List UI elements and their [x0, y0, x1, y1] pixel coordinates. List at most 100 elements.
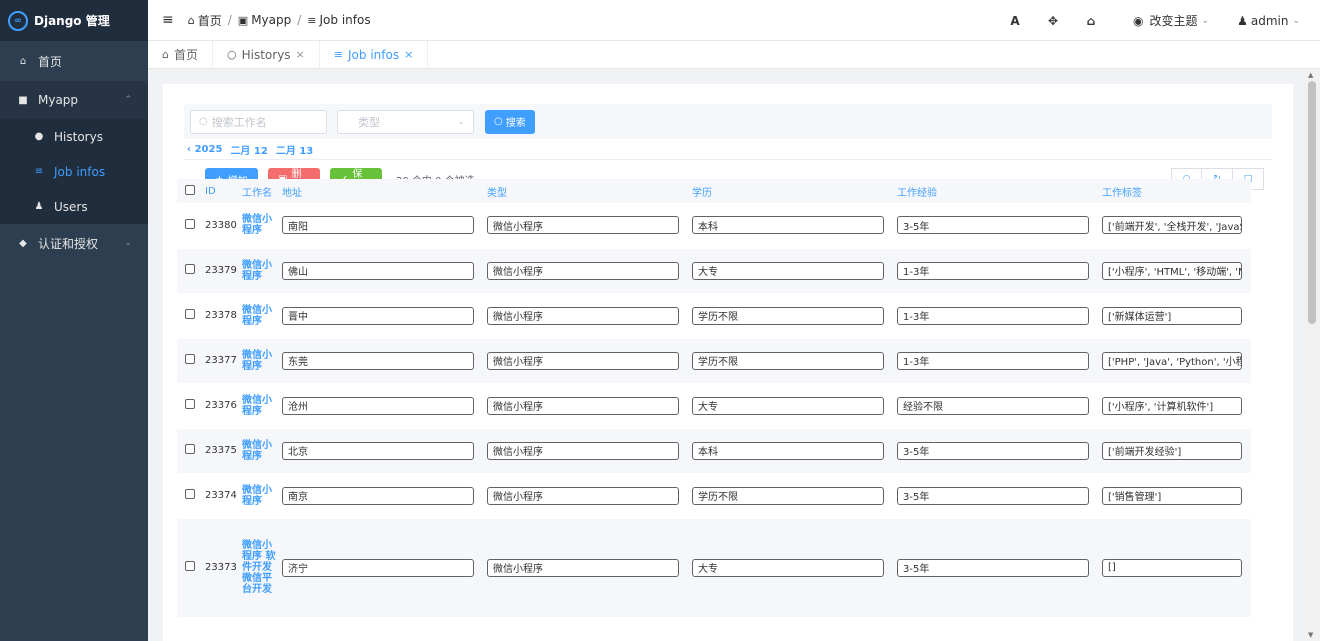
- page-scrollbar[interactable]: ▲ ▼: [1304, 69, 1320, 641]
- type-input[interactable]: 微信小程序: [487, 261, 679, 280]
- tab-historys[interactable]: ○ Historys ×: [213, 41, 320, 68]
- breadcrumb-home[interactable]: 首页: [198, 12, 222, 29]
- tags-input[interactable]: ['前端开发', '全栈开发', 'JavaScript': [1102, 216, 1242, 235]
- table-row[interactable]: 23380 微信小程序 南阳 微信小程序 本科 3-5年 ['前端开发', '全栈开发', …: [177, 203, 1251, 249]
- date-link[interactable]: 二月 12: [230, 142, 267, 157]
- row-checkbox[interactable]: [185, 444, 195, 454]
- row-checkbox[interactable]: [185, 309, 195, 319]
- home-icon[interactable]: ⌂: [1077, 14, 1105, 28]
- menu-toggle-icon[interactable]: ≡: [162, 12, 174, 28]
- table-row[interactable]: 23377 微信小程序 东莞 微信小程序 学历不限 1-3年 ['PHP', 'Java',…: [177, 338, 1251, 384]
- sidebar-item-historys[interactable]: ● Historys: [0, 119, 148, 154]
- scroll-up-icon[interactable]: ▲: [1308, 71, 1313, 79]
- table-row[interactable]: 23374 微信小程序 南京 微信小程序 学历不限 3-5年 ['销售管理']: [177, 473, 1251, 519]
- font-size-icon[interactable]: A: [1001, 14, 1029, 28]
- date-link[interactable]: 二月 13: [276, 142, 313, 157]
- tags-input[interactable]: ['小程序', '计算机软件']: [1102, 396, 1242, 415]
- row-checkbox[interactable]: [185, 399, 195, 409]
- type-select[interactable]: 类型 ⌄: [337, 109, 474, 134]
- tags-input[interactable]: ['PHP', 'Java', 'Python', '小程序', '微: [1102, 351, 1242, 370]
- education-input[interactable]: 大专: [692, 396, 884, 415]
- address-input[interactable]: 沧州: [282, 396, 474, 415]
- experience-input[interactable]: 经验不限: [897, 396, 1089, 415]
- table-row[interactable]: 23373 微信小程序 软件开发 微信平台开发 济宁 微信小程序 大专 3-5年 []: [177, 518, 1251, 618]
- search-button[interactable]: ○ 搜索: [485, 109, 535, 134]
- tab-job-infos[interactable]: ≡ Job infos ×: [319, 41, 429, 68]
- address-input[interactable]: 东莞: [282, 351, 474, 370]
- job-name-link[interactable]: 微信小程序: [242, 305, 278, 327]
- brand[interactable]: ∞ Django 管理: [0, 0, 148, 41]
- sidebar-item-myapp[interactable]: ■ Myapp ⌃: [0, 81, 148, 119]
- tags-input[interactable]: []: [1102, 558, 1242, 577]
- select-all-checkbox[interactable]: [185, 184, 195, 195]
- row-checkbox[interactable]: [185, 561, 195, 571]
- sidebar-item-home[interactable]: ⌂ 首页: [0, 41, 148, 81]
- column-header-type[interactable]: 类型: [483, 179, 688, 203]
- job-name-link[interactable]: 微信小程序: [242, 214, 278, 236]
- job-name-link[interactable]: 微信小程序: [242, 440, 278, 462]
- column-header-tags[interactable]: 工作标签: [1098, 179, 1251, 203]
- experience-input[interactable]: 1-3年: [897, 351, 1089, 370]
- type-input[interactable]: 微信小程序: [487, 441, 679, 460]
- type-input[interactable]: 微信小程序: [487, 486, 679, 505]
- address-input[interactable]: 济宁: [282, 558, 474, 577]
- experience-input[interactable]: 1-3年: [897, 261, 1089, 280]
- experience-input[interactable]: 1-3年: [897, 306, 1089, 325]
- column-header-education[interactable]: 学历: [688, 179, 893, 203]
- row-checkbox[interactable]: [185, 489, 195, 499]
- sidebar-item-users[interactable]: ♟ Users: [0, 189, 148, 224]
- table-row[interactable]: 23379 微信小程序 佛山 微信小程序 大专 1-3年 ['小程序', 'HTML', '…: [177, 248, 1251, 294]
- job-name-link[interactable]: 微信小程序: [242, 395, 278, 417]
- address-input[interactable]: 南阳: [282, 216, 474, 235]
- experience-input[interactable]: 3-5年: [897, 486, 1089, 505]
- address-input[interactable]: 佛山: [282, 261, 474, 280]
- type-input[interactable]: 微信小程序: [487, 558, 679, 577]
- education-input[interactable]: 大专: [692, 558, 884, 577]
- education-input[interactable]: 学历不限: [692, 306, 884, 325]
- scroll-down-icon[interactable]: ▼: [1308, 631, 1313, 639]
- job-name-link[interactable]: 微信小程序: [242, 485, 278, 507]
- table-row[interactable]: 23378 微信小程序 晋中 微信小程序 学历不限 1-3年 ['新媒体运营']: [177, 293, 1251, 339]
- type-input[interactable]: 微信小程序: [487, 396, 679, 415]
- column-header-name[interactable]: 工作名: [238, 179, 278, 203]
- row-checkbox[interactable]: [185, 354, 195, 364]
- close-icon[interactable]: ×: [296, 48, 305, 61]
- column-header-id[interactable]: ID: [201, 179, 238, 203]
- breadcrumb-myapp[interactable]: Myapp: [251, 13, 291, 27]
- address-input[interactable]: 南京: [282, 486, 474, 505]
- education-input[interactable]: 学历不限: [692, 486, 884, 505]
- row-checkbox[interactable]: [185, 264, 195, 274]
- sidebar-item-job-infos[interactable]: ≡ Job infos: [0, 154, 148, 189]
- job-name-link[interactable]: 微信小程序: [242, 350, 278, 372]
- row-checkbox[interactable]: [185, 218, 195, 229]
- theme-switcher[interactable]: ◉ 改变主题 ⌄: [1133, 12, 1209, 29]
- job-name-link[interactable]: 微信小程序: [242, 260, 278, 282]
- address-input[interactable]: 晋中: [282, 306, 474, 325]
- sidebar-item-auth[interactable]: ◆ 认证和授权 ⌄: [0, 224, 148, 262]
- search-input[interactable]: ○ 搜索工作名: [190, 109, 327, 134]
- column-header-experience[interactable]: 工作经验: [893, 179, 1098, 203]
- scroll-thumb[interactable]: [1308, 81, 1316, 324]
- table-row[interactable]: 23376 微信小程序 沧州 微信小程序 大专 经验不限 ['小程序', '计算机软件']: [177, 383, 1251, 429]
- table-row[interactable]: 23375 微信小程序 北京 微信小程序 本科 3-5年 ['前端开发经验']: [177, 428, 1251, 474]
- experience-input[interactable]: 3-5年: [897, 216, 1089, 235]
- type-input[interactable]: 微信小程序: [487, 306, 679, 325]
- education-input[interactable]: 大专: [692, 261, 884, 280]
- address-input[interactable]: 北京: [282, 441, 474, 460]
- tags-input[interactable]: ['销售管理']: [1102, 486, 1242, 505]
- tags-input[interactable]: ['前端开发经验']: [1102, 441, 1242, 460]
- education-input[interactable]: 本科: [692, 216, 884, 235]
- tags-input[interactable]: ['小程序', 'HTML', '移动端', 'MySQL': [1102, 261, 1242, 280]
- type-input[interactable]: 微信小程序: [487, 351, 679, 370]
- experience-input[interactable]: 3-5年: [897, 558, 1089, 577]
- close-icon[interactable]: ×: [404, 48, 413, 61]
- tab-home[interactable]: ⌂ 首页: [148, 41, 213, 68]
- experience-input[interactable]: 3-5年: [897, 441, 1089, 460]
- column-header-address[interactable]: 地址: [278, 179, 483, 203]
- type-input[interactable]: 微信小程序: [487, 216, 679, 235]
- user-menu[interactable]: ♟ admin ⌄: [1237, 14, 1300, 28]
- date-back-link[interactable]: ‹ 2025: [187, 144, 222, 155]
- education-input[interactable]: 学历不限: [692, 351, 884, 370]
- education-input[interactable]: 本科: [692, 441, 884, 460]
- fullscreen-icon[interactable]: ✥: [1039, 14, 1067, 28]
